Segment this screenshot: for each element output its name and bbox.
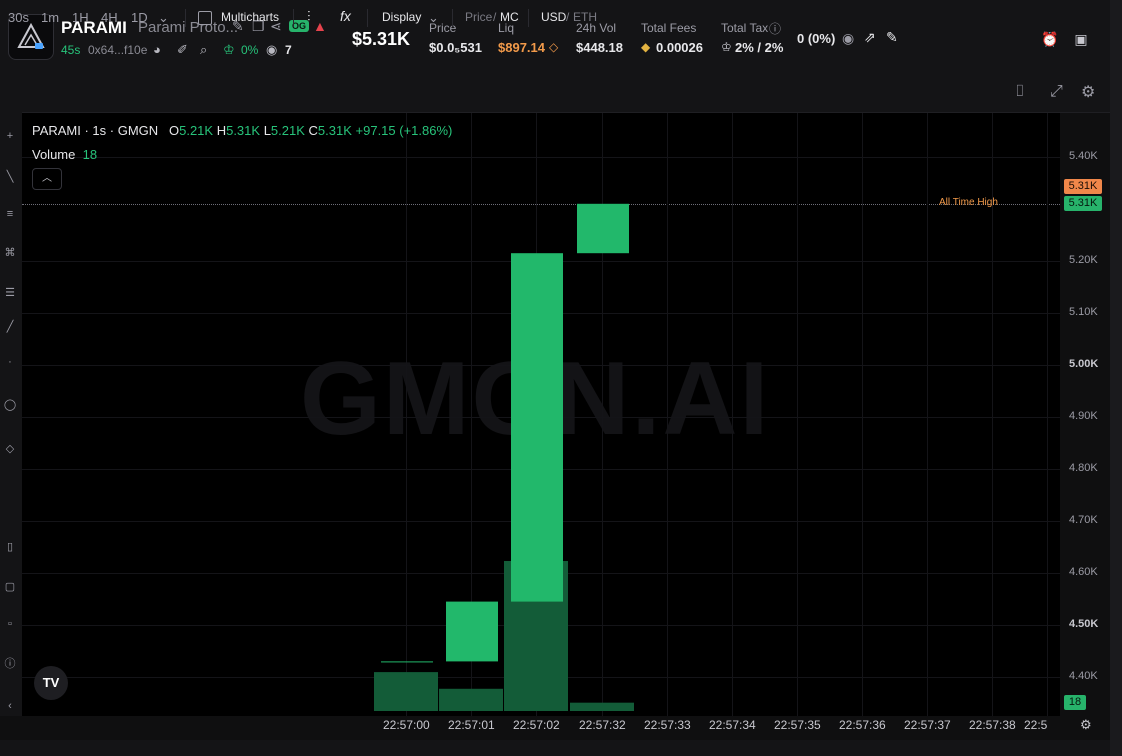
x-tick-label: 22:57:34 bbox=[709, 718, 756, 732]
x-tick-label: 22:57:38 bbox=[969, 718, 1016, 732]
x-tick-label: 22:57:32 bbox=[579, 718, 626, 732]
right-edge-rail bbox=[1110, 0, 1122, 756]
volume-legend: Volume 18 bbox=[32, 147, 97, 162]
y-tick-label: 5.00K bbox=[1069, 358, 1099, 370]
candle[interactable] bbox=[446, 601, 498, 662]
tradingview-logo[interactable]: TV bbox=[34, 666, 68, 700]
x-tick-label: 22:57:00 bbox=[383, 718, 430, 732]
x-tick-label: 22:5 bbox=[1024, 718, 1048, 732]
collapse-legend-button[interactable]: ︿ bbox=[32, 168, 62, 190]
candles-layer bbox=[374, 203, 634, 711]
ohlc-close: 5.31K bbox=[317, 123, 352, 138]
ohlc-change: +97.15 (+1.86%) bbox=[355, 123, 453, 138]
y-tick-label: 4.60K bbox=[1069, 566, 1098, 578]
volume-bar bbox=[439, 688, 503, 711]
y-tick-label: 4.50K bbox=[1069, 618, 1099, 630]
candle[interactable] bbox=[511, 253, 563, 602]
chart-title: PARAMI · 1s · GMGN bbox=[32, 123, 159, 138]
x-tick-label: 22:57:02 bbox=[513, 718, 560, 732]
volume-bar bbox=[374, 672, 438, 711]
x-tick-label: 22:57:35 bbox=[774, 718, 821, 732]
x-tick-label: 22:57:33 bbox=[644, 718, 691, 732]
y-tick-label: 5.20K bbox=[1069, 254, 1098, 266]
volume-bar bbox=[570, 702, 634, 711]
ath-price-tag: 5.31K bbox=[1064, 179, 1102, 194]
y-tick-label: 4.80K bbox=[1069, 462, 1098, 474]
x-tick-label: 22:57:37 bbox=[904, 718, 951, 732]
bottom-bar bbox=[0, 740, 1122, 756]
y-tick-label: 5.40K bbox=[1069, 150, 1098, 162]
candle[interactable] bbox=[381, 661, 433, 663]
ohlc-low: 5.21K bbox=[270, 123, 305, 138]
volume-label: Volume bbox=[32, 147, 76, 162]
y-tick-label: 4.40K bbox=[1069, 670, 1098, 682]
axis-settings-icon[interactable]: ⚙ bbox=[1080, 717, 1092, 733]
y-tick-label: 4.90K bbox=[1069, 410, 1098, 422]
volume-tag: 18 bbox=[1064, 695, 1086, 710]
x-tick-label: 22:57:01 bbox=[448, 718, 495, 732]
y-tick-label: 4.70K bbox=[1069, 514, 1098, 526]
candle[interactable] bbox=[577, 203, 629, 254]
volume-value: 18 bbox=[82, 147, 98, 162]
x-tick-label: 22:57:36 bbox=[839, 718, 886, 732]
y-tick-label: 5.10K bbox=[1069, 306, 1098, 318]
last-price-tag: 5.31K bbox=[1064, 196, 1102, 211]
ohlc-open: 5.21K bbox=[179, 123, 214, 138]
ohlc-legend: PARAMI · 1s · GMGN O5.21K H5.31K L5.21K … bbox=[32, 123, 453, 138]
ohlc-high: 5.31K bbox=[226, 123, 261, 138]
